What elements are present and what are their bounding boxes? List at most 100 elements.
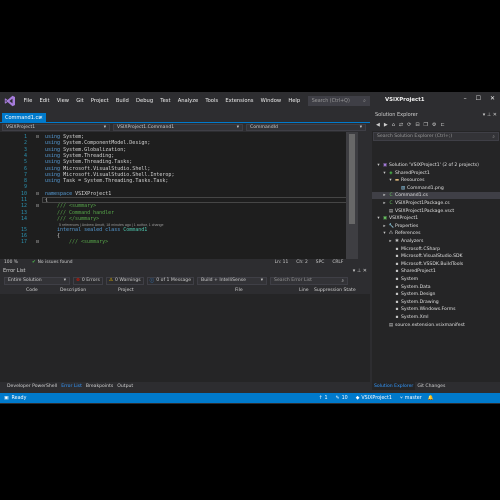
repo-icon[interactable]: ◆ (356, 396, 360, 401)
visual-studio-logo-icon[interactable] (3, 94, 17, 108)
tree-item[interactable]: ▸ ✱ Analyzers (388, 238, 423, 245)
expand-chevron-icon[interactable] (388, 277, 393, 282)
tab-output[interactable]: Output (115, 382, 135, 390)
tree-item[interactable]: ▪ System.Data (388, 284, 431, 291)
code-line[interactable]: 14 /// </summary> (0, 216, 358, 222)
tab-solution-explorer[interactable]: Solution Explorer (372, 382, 416, 390)
tree-item[interactable]: ▾ ▣ Solution 'VSIXProject1' (2 of 2 projec… (376, 162, 479, 169)
menu-item-file[interactable]: File (20, 98, 36, 104)
column-project[interactable]: Project (118, 288, 134, 293)
expand-chevron-icon[interactable]: ▸ (382, 193, 387, 198)
tree-item[interactable]: ▪ Microsoft.CSharp (388, 246, 441, 253)
back-icon[interactable]: ◀ (376, 122, 380, 128)
home-icon[interactable]: ⌂ (392, 122, 395, 128)
changes-count[interactable]: 10 (342, 396, 348, 401)
expand-chevron-icon[interactable] (382, 323, 387, 328)
tree-item[interactable]: ▧ Command1.png (394, 185, 444, 192)
build-filter-dropdown[interactable]: Build + IntelliSense ▾ (197, 276, 268, 285)
member-dropdown[interactable]: CommandId ▾ (246, 124, 366, 131)
tree-item[interactable]: ▤ source.extension.vsixmanifest (382, 322, 465, 329)
column-line[interactable]: Line (299, 288, 309, 293)
tab-command1-cs[interactable]: Command1.cs ✕ (2, 113, 46, 122)
tree-item[interactable]: ▸ C VSIXProject1Package.cs (382, 200, 449, 207)
collapse-all-icon[interactable]: ⊟ (415, 122, 419, 128)
warnings-filter-button[interactable]: ⚠ 0 Warnings (105, 276, 144, 285)
expand-chevron-icon[interactable]: ▸ (382, 201, 387, 206)
repo-name[interactable]: VSIXProject1 (361, 396, 392, 401)
tree-item[interactable]: ▪ System (388, 276, 419, 283)
column-description[interactable]: Description (60, 288, 86, 293)
expand-chevron-icon[interactable] (394, 186, 399, 191)
menu-item-tools[interactable]: Tools (202, 98, 222, 104)
dropdown-icon[interactable]: ▾ (353, 268, 356, 274)
project-dropdown[interactable]: VSIXProject1 ▾ (2, 124, 110, 131)
menu-item-analyze[interactable]: Analyze (174, 98, 202, 104)
code-editor[interactable]: 1 ⊟ using System; 2 using System.ComponentMo… (0, 132, 358, 259)
expand-chevron-icon[interactable]: ▾ (382, 231, 387, 236)
expand-chevron-icon[interactable] (388, 269, 393, 274)
issues-status[interactable]: No issues found (38, 260, 73, 265)
expand-chevron-icon[interactable]: ▾ (376, 216, 381, 221)
zoom-level[interactable]: 100 % (4, 260, 18, 265)
column-suppression-state[interactable]: Suppression State (314, 288, 356, 293)
solution-search-input[interactable]: Search Solution Explorer (Ctrl+;) ⌕ (373, 132, 499, 141)
expand-chevron-icon[interactable] (388, 247, 393, 252)
menu-item-project[interactable]: Project (87, 98, 112, 104)
tree-item[interactable]: ▪ Microsoft.VSSDK.BuildTools (388, 261, 464, 268)
menu-item-edit[interactable]: Edit (36, 98, 53, 104)
tab-breakpoints[interactable]: Breakpoints (84, 382, 115, 390)
menu-item-view[interactable]: View (53, 98, 73, 104)
close-icon[interactable]: ✕ (490, 95, 495, 102)
expand-chevron-icon[interactable] (388, 307, 393, 312)
tab-error-list[interactable]: Error List (59, 382, 84, 390)
menu-item-debug[interactable]: Debug (132, 98, 156, 104)
tree-item[interactable]: ▪ System.Drawing (388, 299, 439, 306)
close-icon[interactable]: ✕ (363, 268, 367, 274)
expand-chevron-icon[interactable]: ▾ (388, 178, 393, 183)
menu-item-build[interactable]: Build (112, 98, 132, 104)
menu-item-extensions[interactable]: Extensions (222, 98, 257, 104)
menu-item-help[interactable]: Help (285, 98, 304, 104)
tree-item[interactable]: ▾ ⁂ References (382, 230, 420, 237)
editor-scrollbar[interactable] (346, 132, 358, 259)
scope-dropdown[interactable]: Entire Solution ▾ (4, 276, 70, 285)
preview-icon[interactable]: ⊏ (440, 122, 444, 128)
type-dropdown[interactable]: VSIXProject1.Command1 ▾ (113, 124, 243, 131)
fold-toggle-icon[interactable]: ⊟ (36, 239, 39, 245)
dropdown-icon[interactable]: ▾ (483, 112, 486, 118)
branch-icon[interactable]: ⑂ (400, 395, 403, 401)
expand-chevron-icon[interactable] (388, 315, 393, 320)
notifications-icon[interactable]: 🔔 (428, 396, 434, 401)
unpushed-count[interactable]: 1 (324, 396, 327, 401)
switch-views-icon[interactable]: ⇄ (399, 122, 403, 128)
pin-icon[interactable]: ⊥ (357, 268, 361, 274)
tree-item[interactable]: ▸ C Command1.cs (372, 192, 500, 200)
tree-item[interactable]: ▪ System.Design (388, 291, 436, 298)
edit-icon[interactable]: ✎ (336, 396, 340, 401)
tree-item[interactable]: ▤ VSIXProject1Package.vsct (382, 208, 454, 215)
expand-chevron-icon[interactable] (382, 209, 387, 214)
error-search-input[interactable]: Search Error List ⌕ (270, 276, 349, 285)
menu-item-test[interactable]: Test (157, 98, 174, 104)
expand-chevron-icon[interactable]: ▸ (388, 239, 393, 244)
push-icon[interactable]: ↑ (318, 396, 322, 401)
tree-item[interactable]: ▪ System.Windows.Forms (388, 306, 456, 313)
menu-item-git[interactable]: Git (73, 98, 88, 104)
tab-git-changes[interactable]: Git Changes (415, 382, 447, 390)
search-input[interactable]: Search (Ctrl+Q) ⌕ (307, 96, 370, 106)
tree-item[interactable]: ▪ Microsoft.VisualStudio.SDK (388, 253, 463, 260)
line-ending[interactable]: CRLF (332, 260, 343, 265)
column-code[interactable]: Code (26, 288, 38, 293)
expand-chevron-icon[interactable] (388, 300, 393, 305)
menu-item-window[interactable]: Window (257, 98, 285, 104)
expand-chevron-icon[interactable] (388, 292, 393, 297)
tree-item[interactable]: ▸ 🔧 Properties (382, 223, 418, 230)
tree-item[interactable]: ▪ System.Xml (388, 314, 429, 321)
tree-item[interactable]: ▾ ▣ VSIXProject1 (376, 215, 418, 222)
code-line[interactable]: 17 ⊟ /// <summary> (0, 239, 358, 245)
whitespace-mode[interactable]: SPC (316, 260, 325, 265)
tree-item[interactable]: ▾ ▬ Resources (388, 177, 424, 184)
tab-close-icon[interactable]: ✕ (39, 115, 43, 121)
pin-icon[interactable]: ⊥ (487, 112, 491, 118)
expand-chevron-icon[interactable] (388, 254, 393, 259)
